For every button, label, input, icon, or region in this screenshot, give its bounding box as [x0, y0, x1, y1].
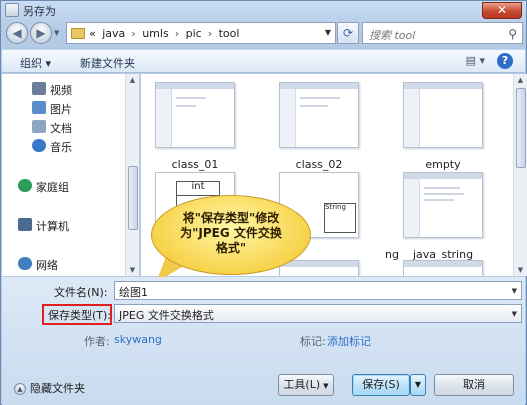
- callout-line-3: 格式": [215, 241, 247, 255]
- file-list-scrollbar[interactable]: ▲ ▼: [513, 74, 527, 276]
- music-icon: [32, 139, 46, 152]
- scroll-up-icon[interactable]: ▲: [514, 74, 527, 86]
- tools-button[interactable]: 工具(L) ▼: [278, 374, 334, 396]
- save-options-panel: 文件名(N): 绘图1 ▼ 保存类型(T): JPEG 文件交换格式 ▼ 作者:…: [2, 277, 525, 405]
- thumb-text-int: int: [191, 181, 205, 192]
- sidebar-item-label: 视频: [50, 84, 72, 97]
- scroll-thumb[interactable]: [516, 88, 526, 168]
- close-button[interactable]: ✕: [482, 2, 522, 19]
- filename-field[interactable]: 绘图1 ▼: [114, 281, 522, 300]
- chevron-down-icon[interactable]: ▼: [512, 310, 517, 318]
- command-bar: 组织 ▾ 新建文件夹 ▤ ▾ ?: [2, 49, 525, 73]
- sidebar-item-label: 文档: [50, 122, 72, 135]
- hide-folders-button[interactable]: ▲ 隐藏文件夹: [14, 380, 85, 396]
- save-type-label: 保存类型(T):: [48, 309, 112, 322]
- navigation-bar: ◀ ▶ ▼ « java › umls › pic › tool ▼ ⟳ 搜索 too…: [4, 21, 523, 45]
- help-icon[interactable]: ?: [497, 53, 513, 69]
- thumb-text-string: String: [325, 203, 346, 211]
- breadcrumb-umls[interactable]: umls: [142, 27, 168, 40]
- callout-text: 将"保存类型"修改 为"JPEG 文件交换 格式": [165, 211, 297, 256]
- author-label: 作者:: [84, 335, 110, 348]
- sidebar-item-label: 网络: [36, 259, 58, 272]
- folder-icon: [71, 28, 85, 39]
- file-name: empty: [425, 158, 461, 171]
- search-icon[interactable]: ⚲: [508, 27, 517, 41]
- sidebar-item-documents[interactable]: 文档: [2, 118, 125, 136]
- save-options-dropdown[interactable]: ▼: [410, 374, 426, 396]
- organize-button[interactable]: 组织 ▾: [20, 55, 51, 71]
- view-options-icon[interactable]: ▤ ▾: [466, 54, 485, 67]
- scroll-up-icon[interactable]: ▲: [126, 74, 139, 86]
- address-dropdown-icon[interactable]: ▼: [325, 28, 331, 37]
- chevron-down-icon: ▼: [323, 382, 329, 390]
- save-type-select[interactable]: JPEG 文件交换格式 ▼: [114, 304, 522, 323]
- callout-line-1: 将"保存类型"修改: [182, 211, 280, 225]
- author-field[interactable]: skywang: [114, 333, 162, 346]
- sidebar-item-label: 音乐: [50, 141, 72, 154]
- tags-field[interactable]: 添加标记: [327, 333, 371, 349]
- save-as-dialog: 另存为 ✕ ◀ ▶ ▼ « java › umls › pic › tool ▼ ⟳ …: [0, 0, 527, 405]
- sidebar-item-videos[interactable]: 视频: [2, 80, 125, 98]
- sidebar-item-network[interactable]: 网络: [2, 255, 125, 273]
- annotation-callout: 将"保存类型"修改 为"JPEG 文件交换 格式": [145, 195, 311, 292]
- back-button[interactable]: ◀: [6, 22, 28, 44]
- file-name: class_01: [171, 158, 219, 171]
- sidebar-item-homegroup[interactable]: 家庭组: [2, 177, 125, 195]
- history-dropdown-icon[interactable]: ▼: [54, 29, 59, 37]
- picture-icon: [32, 101, 46, 114]
- network-icon: [18, 257, 32, 270]
- file-thumbnail: [403, 260, 483, 276]
- breadcrumb-tool[interactable]: tool: [219, 27, 240, 40]
- computer-icon: [18, 218, 32, 231]
- sidebar-item-label: 家庭组: [36, 181, 69, 194]
- new-folder-button[interactable]: 新建文件夹: [80, 55, 135, 71]
- window-title: 另存为: [23, 5, 56, 18]
- navigation-scrollbar[interactable]: ▲ ▼: [125, 74, 139, 276]
- save-type-value: JPEG 文件交换格式: [119, 309, 214, 322]
- sidebar-item-music[interactable]: 音乐: [2, 137, 125, 155]
- scroll-down-icon[interactable]: ▼: [514, 264, 527, 276]
- sidebar-item-label: 图片: [50, 103, 72, 116]
- sidebar-item-computer[interactable]: 计算机: [2, 216, 125, 234]
- refresh-button[interactable]: ⟳: [337, 22, 359, 44]
- scroll-thumb[interactable]: [128, 166, 138, 230]
- app-icon: [5, 3, 19, 17]
- tags-label: 标记:: [300, 335, 326, 348]
- file-thumbnail: [155, 82, 235, 148]
- search-box[interactable]: 搜索 tool ⚲: [362, 22, 523, 44]
- address-bar[interactable]: « java › umls › pic › tool ▼: [66, 22, 336, 44]
- video-icon: [32, 82, 46, 95]
- save-button[interactable]: 保存(S): [352, 374, 410, 396]
- file-thumbnail: [403, 82, 483, 148]
- breadcrumb-overflow[interactable]: «: [89, 27, 96, 40]
- filename-value: 绘图1: [119, 286, 148, 299]
- file-thumbnail: [279, 82, 359, 148]
- filename-label: 文件名(N):: [54, 286, 108, 299]
- title-bar: 另存为 ✕: [1, 1, 526, 19]
- file-name: class_02: [295, 158, 343, 171]
- scroll-down-icon[interactable]: ▼: [126, 264, 139, 276]
- breadcrumb: « java › umls › pic › tool: [89, 27, 240, 40]
- breadcrumb-java[interactable]: java: [102, 27, 125, 40]
- chevron-up-icon: ▲: [14, 383, 26, 395]
- search-input[interactable]: 搜索 tool: [369, 27, 415, 43]
- forward-button[interactable]: ▶: [30, 22, 52, 44]
- homegroup-icon: [18, 179, 32, 192]
- sidebar-item-label: 计算机: [36, 220, 69, 233]
- chevron-down-icon[interactable]: ▼: [512, 287, 517, 295]
- tools-label: 工具(L): [283, 378, 321, 391]
- document-icon: [32, 120, 46, 133]
- navigation-pane: 视频 图片 文档 音乐 家庭组 计算机 网络: [2, 74, 125, 276]
- cancel-button[interactable]: 取消: [434, 374, 514, 396]
- file-thumbnail: [403, 172, 483, 238]
- sidebar-item-pictures[interactable]: 图片: [2, 99, 125, 117]
- hide-folders-label: 隐藏文件夹: [30, 382, 85, 395]
- callout-line-2: 为"JPEG 文件交换: [180, 226, 282, 240]
- breadcrumb-pic[interactable]: pic: [186, 27, 202, 40]
